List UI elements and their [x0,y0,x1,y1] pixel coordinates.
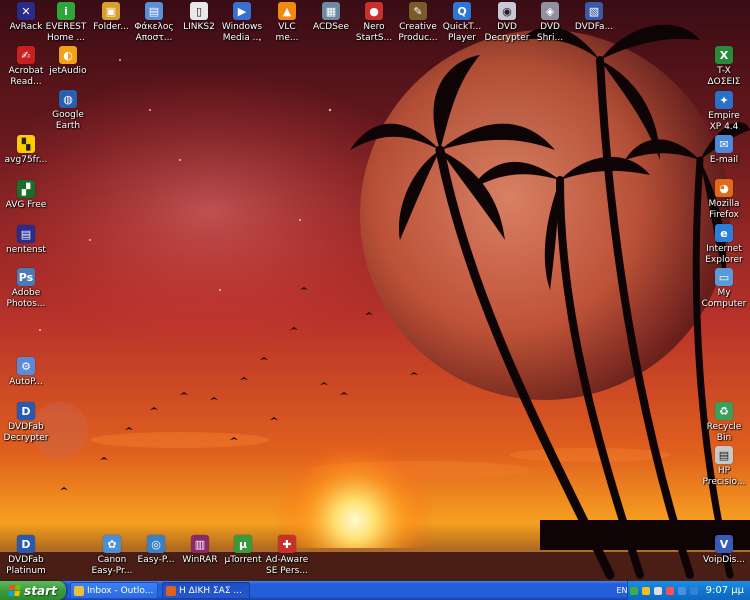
icon-label: Google Earth [52,110,84,131]
everest-icon: i [57,2,75,20]
document-icon: ▯ [190,2,208,20]
language-label: EN [616,586,628,595]
easy-photo-icon: ◎ [147,535,165,553]
icon-label: VoipDis... [703,555,745,565]
dvdfab-platinum-icon: D [17,535,35,553]
jetaudio-icon: ◐ [59,46,77,64]
icon-label: HP Precisio... [702,466,746,487]
browser-icon [166,585,176,596]
dvdfab-shortcut[interactable]: ▧ DVDFa... [568,2,620,33]
adobe-photoshop-shortcut[interactable]: Ps Adobe Photos... [0,268,52,310]
avg75-shortcut[interactable]: ▚ avg75fr... [0,135,52,166]
voip-icon: V [715,535,733,553]
recycle-bin-icon: ♻ [715,402,733,420]
outlook-icon [74,585,84,596]
media-player-icon: ▶ [233,2,251,20]
dvdfab-decrypter-icon: D [17,402,35,420]
quicktime-icon: Q [453,2,471,20]
hp-precision-shortcut[interactable]: ▤ HP Precisio... [698,446,750,488]
acdsee-icon: ▦ [322,2,340,20]
internet-explorer-shortcut[interactable]: e Internet Explorer [698,224,750,266]
nentenst-shortcut[interactable]: ▤ nentenst [0,225,52,256]
empire-icon: ✦ [715,91,733,109]
excel-icon: X [715,46,733,64]
folder-icon: ▣ [102,2,120,20]
autoplay-icon: ⚙ [17,357,35,375]
printer-icon: ▤ [715,446,733,464]
clock[interactable]: 9:07 μμ [706,585,744,596]
photoshop-icon: Ps [17,268,35,286]
antivirus-icon[interactable] [665,586,674,595]
desktop-wallpaper [0,0,750,581]
internet-explorer-icon: e [715,224,733,242]
empire-xp-shortcut[interactable]: ✦ Empire XP 4.4 [698,91,750,133]
utorrent-icon: µ [234,535,252,553]
volume-icon[interactable] [677,586,686,595]
avg-installer-icon: ▚ [17,135,35,153]
adaware-icon: ✚ [278,535,296,553]
email-icon: ✉ [715,135,733,153]
icon-label: avg75fr... [4,155,48,165]
wallpaper-art [0,0,750,581]
avg-icon: ▞ [17,180,35,198]
dvdfab-icon: ▧ [585,2,603,20]
taskbar-button-label: Η ΔΙΚΗ ΣΑΣ ... [179,585,242,596]
system-tray: 9:07 μμ [627,581,750,600]
network-icon[interactable] [629,586,638,595]
globe-icon: ◍ [59,90,77,108]
firefox-shortcut[interactable]: ◕ Mozilla Firefox [698,179,750,221]
application-icon: ▤ [17,225,35,243]
autop-shortcut[interactable]: ⚙ AutoP... [0,357,52,388]
creative-icon: ✎ [409,2,427,20]
messenger-icon[interactable] [689,586,698,595]
icon-label: Empire XP 4.4 [708,111,740,132]
icon-label: jetAudio [49,66,87,76]
icon-label: T-X ΔΟΣΕΙΣ [707,66,741,87]
icon-label: Ad-Aware SE Pers... [265,555,309,576]
my-computer-shortcut[interactable]: ▭ My Computer [698,268,750,310]
tray-app-icon[interactable] [653,586,662,595]
canon-icon: ✿ [103,535,121,553]
icon-label: AVG Free [5,200,47,210]
taskbar-button-outlook[interactable]: Inbox - Outlo... [70,582,158,599]
icon-label: DVDFa... [574,22,614,32]
icon-label: Mozilla Firefox [708,199,740,220]
icon-label: Recycle Bin [706,422,742,443]
taskbar-button-label: Inbox - Outlo... [87,585,154,596]
avg-free-shortcut[interactable]: ▞ AVG Free [0,180,52,211]
vlc-cone-icon: ▲ [278,2,296,20]
icon-label: DVDFab Decrypter [3,422,49,443]
recycle-bin-shortcut[interactable]: ♻ Recycle Bin [698,402,750,444]
avrack-icon: ✕ [17,2,35,20]
taskbar-button-browser[interactable]: Η ΔΙΚΗ ΣΑΣ ... [162,582,250,599]
dvd-shrink-icon: ◈ [541,2,559,20]
dvdfab-decrypter-shortcut[interactable]: D DVDFab Decrypter [0,402,52,444]
start-button[interactable]: start [0,581,66,600]
icon-label: My Computer [701,288,747,309]
tx-doseis-shortcut[interactable]: X T-X ΔΟΣΕΙΣ [698,46,750,88]
winrar-icon: ▥ [191,535,209,553]
taskbar: start Inbox - Outlo... Η ΔΙΚΗ ΣΑΣ ... EN… [0,581,750,600]
windows-logo-icon [8,585,21,596]
jetaudio-shortcut[interactable]: ◐ jetAudio [42,46,94,77]
email-shortcut[interactable]: ✉ E-mail [698,135,750,166]
voipdis-shortcut[interactable]: V VoipDis... [698,535,750,566]
dvdfab-platinum-shortcut[interactable]: D DVDFab Platinum [0,535,52,577]
dvd-disc-icon: ◉ [498,2,516,20]
computer-icon: ▭ [715,268,733,286]
icon-label: DVDFab Platinum [6,555,46,576]
start-label: start [24,583,57,598]
acrobat-icon: ✍ [17,46,35,64]
icon-label: Adobe Photos... [6,288,46,309]
firefox-icon: ◕ [715,179,733,197]
nero-icon: ● [365,2,383,20]
icon-label: Internet Explorer [705,244,743,265]
icon-label: AutoP... [9,377,43,387]
folder-send-icon: ▤ [145,2,163,20]
shield-icon[interactable] [641,586,650,595]
google-earth-shortcut[interactable]: ◍ Google Earth [42,90,94,132]
icon-label: E-mail [709,155,739,165]
icon-label: nentenst [6,245,46,255]
adaware-shortcut[interactable]: ✚ Ad-Aware SE Pers... [261,535,313,577]
